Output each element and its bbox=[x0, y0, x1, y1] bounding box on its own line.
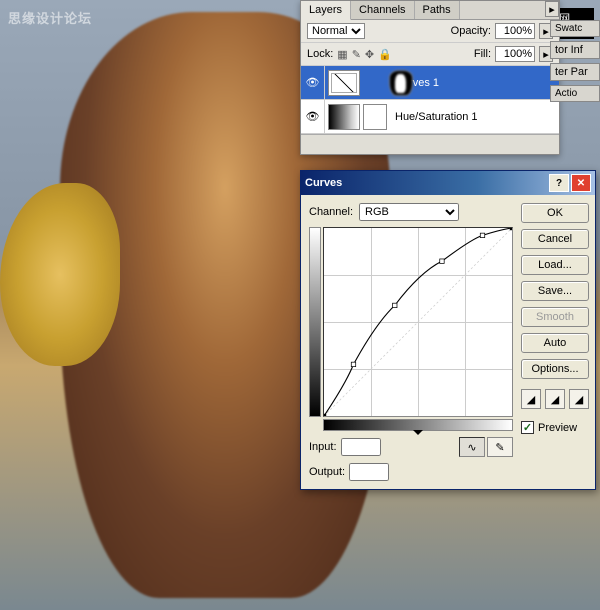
right-dock: Swatc tor Inf ter Par Actio bbox=[550, 20, 600, 106]
load-button[interactable]: Load... bbox=[521, 255, 589, 275]
panel-menu-icon[interactable]: ▸ bbox=[545, 1, 559, 17]
dialog-title: Curves bbox=[305, 177, 342, 189]
input-field[interactable] bbox=[341, 438, 381, 456]
blend-row: Normal Opacity: ▸ bbox=[301, 20, 559, 43]
lock-icons: ▦ ✎ ✥ 🔒 bbox=[337, 48, 392, 61]
layer-mask-thumb[interactable] bbox=[363, 104, 387, 130]
input-label: Input: bbox=[309, 441, 337, 453]
lock-position-icon[interactable]: ✥ bbox=[365, 48, 374, 61]
dock-tab[interactable]: Swatc bbox=[550, 20, 600, 37]
channel-select[interactable]: RGB bbox=[359, 203, 459, 221]
fill-label: Fill: bbox=[474, 48, 491, 60]
eyedropper-gray-icon[interactable]: ◢ bbox=[545, 389, 565, 409]
lock-row: Lock: ▦ ✎ ✥ 🔒 Fill: ▸ bbox=[301, 43, 559, 66]
opacity-label: Opacity: bbox=[451, 25, 491, 37]
layer-list: 👁 Curves 1 👁 Hue/Saturation 1 bbox=[301, 66, 559, 134]
eyedropper-black-icon[interactable]: ◢ bbox=[521, 389, 541, 409]
smooth-button: Smooth bbox=[521, 307, 589, 327]
help-button[interactable]: ? bbox=[549, 174, 569, 192]
visibility-eye-icon[interactable]: 👁 bbox=[301, 66, 325, 99]
output-label: Output: bbox=[309, 466, 345, 478]
lock-label: Lock: bbox=[307, 48, 333, 60]
tab-paths[interactable]: Paths bbox=[415, 1, 460, 19]
curves-dialog: Curves ? ✕ Channel: RGB bbox=[300, 170, 596, 490]
fill-input[interactable] bbox=[495, 46, 535, 62]
dock-tab[interactable]: ter Par bbox=[550, 63, 600, 81]
layer-row[interactable]: 👁 Curves 1 bbox=[301, 66, 559, 100]
adjustment-thumb[interactable] bbox=[328, 70, 360, 96]
layers-panel-footer bbox=[301, 134, 559, 154]
adjustment-thumb[interactable] bbox=[328, 104, 360, 130]
cancel-button[interactable]: Cancel bbox=[521, 229, 589, 249]
curve-grid[interactable] bbox=[323, 227, 513, 417]
ok-button[interactable]: OK bbox=[521, 203, 589, 223]
curve-mode-pencil-icon[interactable]: ✎ bbox=[487, 437, 513, 457]
layer-row[interactable]: 👁 Hue/Saturation 1 bbox=[301, 100, 559, 134]
eyedropper-white-icon[interactable]: ◢ bbox=[569, 389, 589, 409]
dock-tab[interactable]: tor Inf bbox=[550, 41, 600, 59]
layer-name: Hue/Saturation 1 bbox=[391, 111, 559, 123]
curve-mode-point-icon[interactable]: ∿ bbox=[459, 437, 485, 457]
layer-mask-thumb[interactable] bbox=[389, 70, 413, 96]
visibility-eye-icon[interactable]: 👁 bbox=[301, 100, 325, 133]
lock-transparency-icon[interactable]: ▦ bbox=[337, 48, 347, 61]
close-button[interactable]: ✕ bbox=[571, 174, 591, 192]
curve-path[interactable] bbox=[324, 228, 512, 416]
input-gradient bbox=[323, 419, 513, 431]
dialog-titlebar[interactable]: Curves ? ✕ bbox=[301, 171, 595, 195]
dock-tab[interactable]: Actio bbox=[550, 85, 600, 102]
preview-label: Preview bbox=[538, 422, 577, 434]
opacity-input[interactable] bbox=[495, 23, 535, 39]
channel-label: Channel: bbox=[309, 206, 353, 218]
lock-paint-icon[interactable]: ✎ bbox=[352, 48, 361, 61]
tab-channels[interactable]: Channels bbox=[351, 1, 414, 19]
layer-name: Curves 1 bbox=[391, 77, 559, 89]
watermark-left: 思缘设计论坛 bbox=[8, 8, 92, 27]
output-gradient bbox=[309, 227, 321, 417]
fish-image bbox=[0, 183, 120, 366]
options-button[interactable]: Options... bbox=[521, 359, 589, 379]
layers-panel: Layers Channels Paths ▸ Normal Opacity: … bbox=[300, 0, 560, 155]
output-field[interactable] bbox=[349, 463, 389, 481]
blend-mode-select[interactable]: Normal bbox=[307, 23, 365, 39]
lock-all-icon[interactable]: 🔒 bbox=[378, 48, 392, 61]
save-button[interactable]: Save... bbox=[521, 281, 589, 301]
panel-tabstrip: Layers Channels Paths ▸ bbox=[301, 1, 559, 20]
preview-checkbox[interactable]: ✓ bbox=[521, 421, 534, 434]
tab-layers[interactable]: Layers bbox=[301, 1, 351, 20]
auto-button[interactable]: Auto bbox=[521, 333, 589, 353]
